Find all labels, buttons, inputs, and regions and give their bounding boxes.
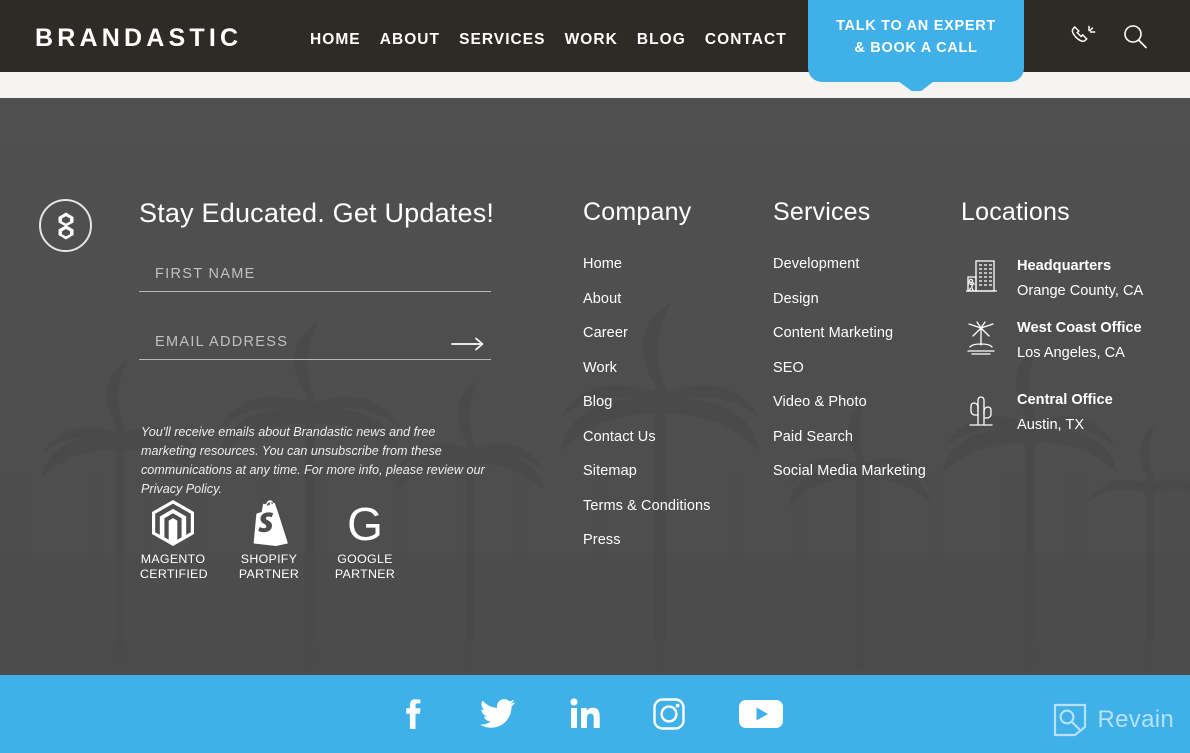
location-name: Headquarters <box>1017 258 1112 274</box>
company-link-press[interactable]: Press <box>583 532 711 548</box>
header-icon-group <box>1068 22 1150 52</box>
nav-item-about[interactable]: ABOUT <box>380 31 440 49</box>
locations-column-title: Locations <box>961 198 1070 226</box>
monogram-icon <box>58 212 73 239</box>
first-name-field-wrap <box>139 262 491 292</box>
location-headquarters: Headquarters Orange County, CA <box>961 256 1162 304</box>
phone-ringing-icon[interactable] <box>1068 23 1098 51</box>
cta-line-2: & BOOK A CALL <box>854 40 978 56</box>
twitter-icon[interactable] <box>480 697 516 731</box>
main-navigation: HOME ABOUT SERVICES WORK BLOG CONTACT <box>310 31 787 49</box>
company-link-home[interactable]: Home <box>583 256 711 272</box>
cert-line-1: GOOGLE <box>337 552 393 566</box>
shopify-icon <box>236 500 302 546</box>
company-link-career[interactable]: Career <box>583 325 711 341</box>
services-link-content-marketing[interactable]: Content Marketing <box>773 325 926 341</box>
linkedin-icon[interactable] <box>568 696 600 732</box>
certification-magento-label: MAGENTO CERTIFIED <box>140 552 208 583</box>
certification-magento: MAGENTO CERTIFIED <box>140 500 208 583</box>
services-link-development[interactable]: Development <box>773 256 926 272</box>
certification-shopify: SHOPIFY PARTNER <box>236 500 302 583</box>
certification-badges: MAGENTO CERTIFIED SHOPIFY PARTNER G GOOG… <box>140 500 398 583</box>
location-city: Austin, TX <box>1017 417 1085 434</box>
cactus-icon <box>961 390 1001 438</box>
services-link-social-media[interactable]: Social Media Marketing <box>773 463 926 479</box>
location-name: West Coast Office <box>1017 320 1142 337</box>
palm-tree-icon <box>961 318 1001 366</box>
talk-to-expert-cta-button[interactable]: TALK TO AN EXPERT & BOOK A CALL <box>808 0 1024 82</box>
youtube-icon[interactable] <box>738 697 784 731</box>
brand-logo[interactable]: BRANDASTIC <box>35 26 242 51</box>
services-link-seo[interactable]: SEO <box>773 360 926 376</box>
location-name: Central Office <box>1017 392 1113 409</box>
facebook-icon[interactable] <box>400 693 428 735</box>
newsletter-title: Stay Educated. Get Updates! <box>139 198 495 228</box>
newsletter-disclaimer: You'll receive emails about Brandastic n… <box>141 425 485 497</box>
cert-line-1: SHOPIFY <box>240 552 298 566</box>
company-link-about[interactable]: About <box>583 291 711 307</box>
nav-item-blog[interactable]: BLOG <box>637 31 686 49</box>
footer-column-locations: Locations Headquarters Orange County, CA <box>961 198 1162 452</box>
arrow-right-icon <box>451 337 484 351</box>
brandastic-monogram-badge <box>39 199 92 252</box>
location-west-coast-office: West Coast Office Los Angeles, CA <box>961 318 1162 366</box>
certification-google-label: GOOGLE PARTNER <box>332 552 398 583</box>
location-city: Los Angeles, CA <box>1017 345 1125 362</box>
services-link-video-photo[interactable]: Video & Photo <box>773 394 926 410</box>
revain-logo-icon <box>1054 703 1087 737</box>
first-name-input[interactable] <box>139 262 491 292</box>
revain-label: Revain <box>1097 706 1174 733</box>
services-column-title: Services <box>773 198 871 226</box>
social-icon-group <box>400 693 784 735</box>
company-column-title: Company <box>583 198 692 226</box>
company-link-work[interactable]: Work <box>583 360 711 376</box>
revain-watermark: Revain <box>1053 703 1174 737</box>
company-link-terms[interactable]: Terms & Conditions <box>583 498 711 514</box>
nav-item-services[interactable]: SERVICES <box>459 31 546 49</box>
page-root: OUR POTENTIAL BRANDASTIC HOME ABOUT SERV… <box>0 0 1190 753</box>
email-input[interactable] <box>139 330 491 360</box>
location-west-coast-text: West Coast Office Los Angeles, CA <box>1017 318 1162 366</box>
office-building-icon <box>961 256 1001 304</box>
nav-item-contact[interactable]: CONTACT <box>705 31 787 49</box>
location-city: Orange County, CA <box>1017 282 1144 299</box>
cert-line-1: MAGENTO <box>140 552 206 566</box>
location-central-office: Central Office Austin, TX <box>961 390 1162 438</box>
cert-line-2: CERTIFIED <box>140 567 208 582</box>
cert-line-2: PARTNER <box>334 567 396 582</box>
magento-icon <box>140 500 206 546</box>
svg-text:G: G <box>347 500 383 546</box>
services-link-paid-search[interactable]: Paid Search <box>773 429 926 445</box>
search-icon[interactable] <box>1120 22 1150 52</box>
footer-column-company: Company Home About Career Work Blog Cont… <box>583 198 711 567</box>
company-link-sitemap[interactable]: Sitemap <box>583 463 711 479</box>
company-link-contact-us[interactable]: Contact Us <box>583 429 711 445</box>
certification-shopify-label: SHOPIFY PARTNER <box>236 552 302 583</box>
nav-item-home[interactable]: HOME <box>310 31 361 49</box>
cta-line-1: TALK TO AN EXPERT <box>836 17 996 34</box>
cert-line-2: PARTNER <box>238 567 300 582</box>
services-link-design[interactable]: Design <box>773 291 926 307</box>
instagram-icon[interactable] <box>652 697 686 731</box>
google-icon: G <box>332 500 398 546</box>
nav-item-work[interactable]: WORK <box>565 31 618 49</box>
newsletter-submit-button[interactable] <box>451 336 485 352</box>
social-media-bar <box>0 675 1190 753</box>
email-field-wrap <box>139 330 491 360</box>
footer-column-services: Services Development Design Content Mark… <box>773 198 926 498</box>
location-central-text: Central Office Austin, TX <box>1017 390 1162 438</box>
location-headquarters-text: Headquarters Orange County, CA <box>1017 256 1162 304</box>
company-link-blog[interactable]: Blog <box>583 394 711 410</box>
certification-google: G GOOGLE PARTNER <box>332 500 398 583</box>
